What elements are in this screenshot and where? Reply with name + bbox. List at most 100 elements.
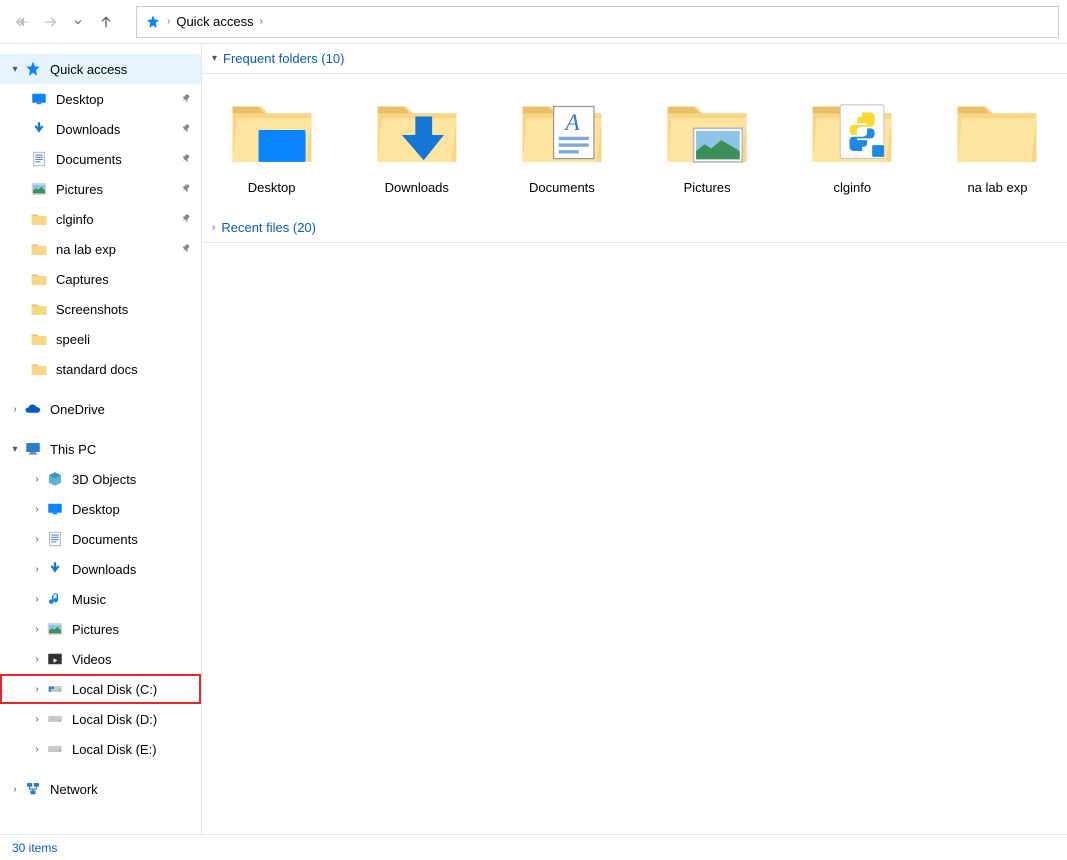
- folder-item-desktop[interactable]: Desktop: [222, 88, 321, 195]
- chevron-down-icon: [72, 16, 84, 28]
- drive-icon: [46, 710, 64, 728]
- desktop-icon: [46, 500, 64, 518]
- tree-item-music[interactable]: › Music: [0, 584, 201, 614]
- chevron-down-icon[interactable]: ▾: [8, 64, 22, 75]
- tree-item-desktop[interactable]: Desktop: [0, 84, 201, 114]
- folder-item-clginfo[interactable]: clginfo: [803, 88, 902, 195]
- svg-text:A: A: [563, 110, 580, 136]
- tree-quick-access[interactable]: ▾ Quick access: [0, 54, 201, 84]
- tree-item-local-disk-c[interactable]: › Local Disk (C:): [0, 674, 201, 704]
- chevron-right-icon[interactable]: ›: [30, 744, 44, 755]
- tree-item-local-disk-d[interactable]: › Local Disk (D:): [0, 704, 201, 734]
- status-bar: 30 items: [0, 834, 1067, 860]
- chevron-down-icon[interactable]: ▾: [8, 444, 22, 455]
- tree-this-pc[interactable]: ▾ This PC: [0, 434, 201, 464]
- tree-network[interactable]: › Network: [0, 774, 201, 804]
- tree-item-videos[interactable]: › Videos: [0, 644, 201, 674]
- chevron-right-icon[interactable]: ›: [30, 654, 44, 665]
- tree-item-downloads[interactable]: › Downloads: [0, 554, 201, 584]
- clginfo-folder-icon: [810, 88, 894, 172]
- documents-icon: [30, 150, 48, 168]
- tree-item-pictures[interactable]: › Pictures: [0, 614, 201, 644]
- folder-label: Documents: [529, 180, 595, 195]
- folder-label: Pictures: [684, 180, 731, 195]
- content-empty-area[interactable]: [202, 243, 1067, 834]
- folder-item-documents[interactable]: A Documents: [512, 88, 611, 195]
- address-bar[interactable]: › Quick access ›: [136, 6, 1059, 38]
- tree-item-standarddocs[interactable]: standard docs: [0, 354, 201, 384]
- breadcrumb-item[interactable]: Quick access: [176, 14, 253, 29]
- tree-item-desktop[interactable]: › Desktop: [0, 494, 201, 524]
- tree-label: Downloads: [72, 562, 193, 577]
- tree-label: Desktop: [72, 502, 193, 517]
- folder-label: Downloads: [385, 180, 449, 195]
- history-dropdown-button[interactable]: [64, 8, 92, 36]
- chevron-right-icon[interactable]: ›: [30, 564, 44, 575]
- tree-item-local-disk-e[interactable]: › Local Disk (E:): [0, 734, 201, 764]
- tree-item-screenshots[interactable]: Screenshots: [0, 294, 201, 324]
- tree-item-clginfo[interactable]: clginfo: [0, 204, 201, 234]
- tree-item-documents[interactable]: › Documents: [0, 524, 201, 554]
- tree-item-nalabexp[interactable]: na lab exp: [0, 234, 201, 264]
- folder-icon: [30, 210, 48, 228]
- pictures-icon: [30, 180, 48, 198]
- videos-icon: [46, 650, 64, 668]
- folder-label: clginfo: [833, 180, 871, 195]
- recent-files-header[interactable]: › Recent files (20): [202, 213, 1067, 243]
- tree-item-captures[interactable]: Captures: [0, 264, 201, 294]
- folder-icon: [30, 240, 48, 258]
- tree-label: Desktop: [56, 92, 177, 107]
- folder-item-downloads[interactable]: Downloads: [367, 88, 466, 195]
- documents-icon: [46, 530, 64, 548]
- tree-label: OneDrive: [50, 402, 193, 417]
- tree-item-documents[interactable]: Documents: [0, 144, 201, 174]
- chevron-right-icon[interactable]: ›: [30, 534, 44, 545]
- chevron-right-icon[interactable]: ›: [8, 784, 22, 795]
- tree-label: Pictures: [56, 182, 177, 197]
- tree-label: Screenshots: [56, 302, 193, 317]
- folder-item-nalabexp[interactable]: na lab exp: [948, 88, 1047, 195]
- back-button[interactable]: [8, 8, 36, 36]
- tree-label: 3D Objects: [72, 472, 193, 487]
- up-button[interactable]: [92, 8, 120, 36]
- pin-icon: [181, 152, 193, 167]
- chevron-right-icon[interactable]: ›: [30, 684, 44, 695]
- breadcrumb-separator-icon: ›: [167, 16, 170, 27]
- network-icon: [24, 780, 42, 798]
- pin-icon: [181, 212, 193, 227]
- file-explorer-window: › Quick access › ▾ Quick access Desktop …: [0, 0, 1067, 860]
- tree-item-downloads[interactable]: Downloads: [0, 114, 201, 144]
- desktop-folder-icon: [230, 88, 314, 172]
- pictures-folder-icon: [665, 88, 749, 172]
- chevron-right-icon[interactable]: ›: [30, 624, 44, 635]
- tree-label: Local Disk (D:): [72, 712, 193, 727]
- quick-access-star-icon: [24, 60, 42, 78]
- pin-icon: [181, 122, 193, 137]
- navigation-tree[interactable]: ▾ Quick access Desktop Downloads Documen…: [0, 44, 202, 834]
- tree-item-3dobjects[interactable]: › 3D Objects: [0, 464, 201, 494]
- tree-onedrive[interactable]: › OneDrive: [0, 394, 201, 424]
- forward-button[interactable]: [36, 8, 64, 36]
- chevron-right-icon[interactable]: ›: [30, 594, 44, 605]
- tree-label: Documents: [72, 532, 193, 547]
- frequent-folders-grid: Desktop Downloads: [202, 74, 1067, 213]
- breadcrumb-separator-icon: ›: [260, 16, 263, 27]
- chevron-right-icon[interactable]: ›: [8, 404, 22, 415]
- chevron-down-icon: ▾: [212, 53, 217, 64]
- tree-item-pictures[interactable]: Pictures: [0, 174, 201, 204]
- section-title: Frequent folders (10): [223, 51, 344, 66]
- chevron-right-icon[interactable]: ›: [30, 474, 44, 485]
- chevron-right-icon[interactable]: ›: [30, 714, 44, 725]
- tree-label: Local Disk (E:): [72, 742, 193, 757]
- folder-item-pictures[interactable]: Pictures: [658, 88, 757, 195]
- downloads-folder-icon: [375, 88, 459, 172]
- tree-label: Downloads: [56, 122, 177, 137]
- chevron-right-icon[interactable]: ›: [30, 504, 44, 515]
- folder-icon: [30, 330, 48, 348]
- chevron-right-icon: ›: [212, 222, 215, 233]
- navigation-bar: › Quick access ›: [0, 0, 1067, 44]
- tree-item-speeli[interactable]: speeli: [0, 324, 201, 354]
- arrow-right-icon: [42, 14, 58, 30]
- pin-icon: [181, 182, 193, 197]
- frequent-folders-header[interactable]: ▾ Frequent folders (10): [202, 44, 1067, 74]
